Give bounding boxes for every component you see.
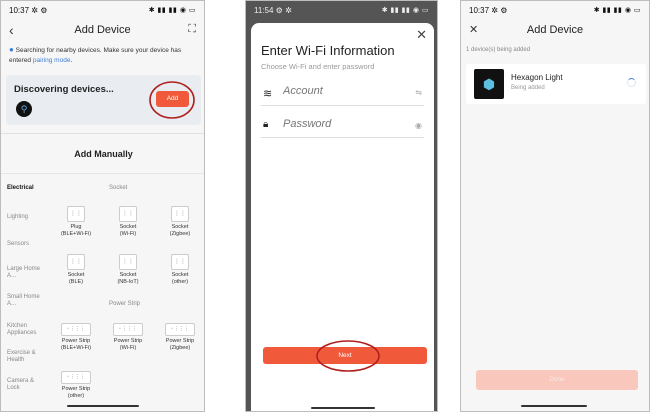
category-exercise[interactable]: Exercise & Health [7,350,41,364]
status-indicators: ✱ ▮▮ ▮▮ ◉ ▭ [148,7,196,14]
status-time: 10:37 [469,5,490,15]
home-indicator [311,407,375,409]
wifi-title: Enter Wi-Fi Information [261,43,395,58]
status-indicators: ✱ ▮▮ ▮▮ ◉ ▭ [593,7,641,14]
status-bar: 10:37 ✲ ⚙ ✱ ▮▮ ▮▮ ◉ ▭ [461,1,649,19]
phone-add-device-screen: 10:37 ✲ ⚙ ✱ ▮▮ ▮▮ ◉ ▭ ‹ Add Device ⛶ ● S… [0,0,205,412]
power-strip-icon: ▫ ⋮⋮⋮ [61,323,91,336]
device-power-strip-wifi[interactable]: ▫ ⋮⋮⋮ Power Strip (Wi-Fi) [108,323,148,351]
wifi-subtitle: Choose Wi-Fi and enter password [261,62,375,71]
device-power-strip-other[interactable]: ▫ ⋮⋮⋮ Power Strip (other) [56,371,96,399]
section-power-strip: Power Strip [109,301,141,307]
show-password-icon[interactable]: ◉ [415,121,422,130]
wifi-icon: ≋ [263,88,273,100]
status-icons: ✲ ⚙ [491,5,508,15]
device-socket-ble[interactable]: ⋮⋮ Socket (BLE) [56,254,96,285]
phone-adding-screen: 10:37 ✲ ⚙ ✱ ▮▮ ▮▮ ◉ ▭ ✕ Add Device 1 dev… [460,0,650,412]
device-socket-zigbee[interactable]: ⋮⋮ Socket (Zigbee) [160,206,200,237]
status-bar: 10:37 ✲ ⚙ ✱ ▮▮ ▮▮ ◉ ▭ [1,1,204,19]
add-manually-title: Add Manually [74,149,133,159]
category-small-home[interactable]: Small Home A... [7,294,41,308]
device-status: Being added [511,85,545,91]
socket-icon: ⋮⋮ [171,254,189,270]
lock-icon: 🔒︎ [263,119,269,130]
done-button[interactable]: Done [476,370,638,390]
status-bar: 11:54 ⚙ ✲ ✱ ▮▮ ▮▮ ◉ ▭ [246,1,437,19]
bluetooth-icon: ● [9,45,14,54]
socket-icon: ⋮⋮ [67,254,85,270]
header: ✕ Add Device [461,19,649,41]
device-socket-other[interactable]: ⋮⋮ Socket (other) [160,254,200,285]
section-socket: Socket [109,185,128,191]
status-time: 11:54 [254,5,274,15]
device-socket-wifi[interactable]: ⋮⋮ Socket (Wi-Fi) [108,206,148,237]
hexagon-light-icon: ⬢ [474,69,504,99]
phone-wifi-screen: 11:54 ⚙ ✲ ✱ ▮▮ ▮▮ ◉ ▭ ✕ Enter Wi-Fi Info… [245,0,438,412]
device-name: Hexagon Light [511,73,563,82]
power-strip-icon: ▫ ⋮⋮⋮ [113,323,143,336]
power-strip-icon: ▫ ⋮⋮⋮ [165,323,195,336]
category-large-home[interactable]: Large Home A... [7,266,41,280]
home-indicator [67,405,139,407]
socket-icon: ⋮⋮ [171,206,189,222]
switch-network-icon[interactable]: ⇋ [415,88,422,97]
page-title: Add Device [74,24,131,36]
device-row: ⬢ Hexagon Light Being added [466,64,646,104]
loading-spinner-icon [627,78,636,87]
category-sensors[interactable]: Sensors [7,241,41,248]
password-input[interactable] [281,117,395,131]
highlight-circle [316,340,380,372]
device-power-strip-ble-wifi[interactable]: ▫ ⋮⋮⋮ Power Strip (BLE+Wi-Fi) [56,323,96,351]
plug-icon: ⋮⋮ [67,206,85,222]
power-strip-icon: ▫ ⋮⋮⋮ [61,371,91,384]
status-icons: ⚙ ✲ [275,5,292,15]
category-lighting[interactable]: Lighting [7,214,41,221]
header: ‹ Add Device ⛶ [1,19,204,41]
page-title: Add Device [526,24,584,36]
back-icon[interactable]: ‹ [9,22,14,38]
home-indicator [521,405,587,407]
discovering-label: Discovering devices... [14,84,114,95]
category-camera-lock[interactable]: Camera & Lock [7,378,41,392]
device-socket-nb-iot[interactable]: ⋮⋮ Socket (NB-IoT) [108,254,148,285]
account-input[interactable] [281,84,395,98]
searching-message: ● Searching for nearby devices. Make sur… [9,45,182,64]
category-kitchen[interactable]: Kitchen Appliances [7,323,41,337]
device-power-strip-zigbee[interactable]: ▫ ⋮⋮⋮ Power Strip (Zigbee) [160,323,200,351]
pairing-mode-link[interactable]: pairing mode [33,57,71,64]
device-plug-ble-wifi[interactable]: ⋮⋮ Plug (BLE+Wi-Fi) [56,206,96,237]
status-time: 10:37 [9,5,30,15]
category-electrical[interactable]: Electrical [7,185,41,192]
device-found-icon: ⚲ [16,101,32,117]
highlight-circle [149,81,195,119]
close-icon[interactable]: ✕ [469,23,478,36]
status-icons: ✲ ⚙ [31,5,48,15]
close-icon[interactable]: ✕ [416,27,427,43]
scan-icon[interactable]: ⛶ [188,23,196,36]
wifi-sheet: ✕ Enter Wi-Fi Information Choose Wi-Fi a… [251,23,434,411]
socket-icon: ⋮⋮ [119,254,137,270]
socket-icon: ⋮⋮ [119,206,137,222]
status-indicators: ✱ ▮▮ ▮▮ ◉ ▭ [381,7,429,14]
devices-count: 1 device(s) being added [466,47,531,53]
